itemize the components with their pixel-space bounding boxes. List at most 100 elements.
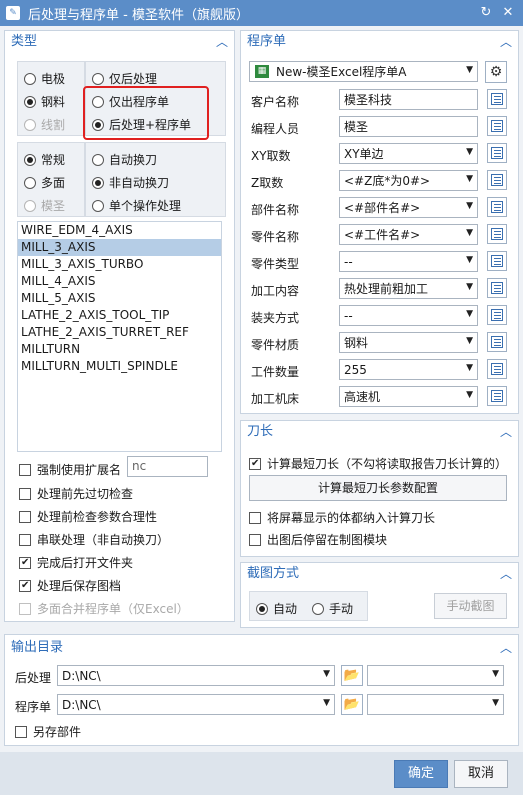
field-input[interactable]: 模圣科技	[339, 89, 478, 110]
field-select[interactable]: <#部件名#> ▼	[339, 197, 478, 218]
force-extension-checkbox[interactable]: 强制使用扩展名	[19, 461, 121, 478]
chevron-down-icon: ▼	[466, 147, 473, 157]
checkbox-icon	[249, 533, 261, 546]
chevron-down-icon: ▼	[466, 255, 473, 265]
list-item-selected[interactable]: MILL_3_AXIS	[18, 239, 221, 256]
list-item[interactable]: MILL_4_AXIS	[18, 273, 221, 290]
checkbox-icon	[249, 511, 261, 524]
radio-auto-tool-change[interactable]: 自动换刀	[92, 151, 157, 168]
field-list-button[interactable]	[487, 170, 507, 190]
field-list-button[interactable]	[487, 143, 507, 163]
radio-post-only[interactable]: 仅后处理	[92, 70, 157, 87]
field-list-button[interactable]	[487, 224, 507, 244]
field-list-button[interactable]	[487, 305, 507, 325]
tool-length-config-button[interactable]: 计算最短刀长参数配置	[249, 475, 507, 501]
field-input[interactable]: 模圣	[339, 116, 478, 137]
save-part-checkbox[interactable]: 另存部件	[15, 723, 81, 740]
program-sheet-panel: 程序单 ︿ ▦ New-模圣Excel程序单A ▼ ⚙ 客户名称 模圣科技 编程人员…	[240, 30, 519, 414]
output-dir-header[interactable]: 输出目录 ︿	[5, 635, 518, 661]
radio-icon	[24, 118, 36, 131]
collapse-chevron-icon[interactable]: ︿	[500, 31, 512, 53]
settings-button[interactable]: ⚙	[485, 61, 507, 83]
program-sheet-title: 程序单	[247, 34, 287, 49]
program-sheet-header[interactable]: 程序单 ︿	[241, 31, 518, 53]
collapse-chevron-icon[interactable]: ︿	[500, 421, 512, 443]
post-dir-extra-select[interactable]: ▼	[367, 665, 504, 686]
list-item[interactable]: MILL_5_AXIS	[18, 290, 221, 307]
post-dir-select[interactable]: D:\NC\ ▼	[57, 665, 335, 686]
field-select[interactable]: -- ▼	[339, 251, 478, 272]
capture-panel: 截图方式 ︿ 自动 手动 手动截图	[240, 562, 519, 628]
chevron-down-icon: ▼	[466, 65, 473, 75]
field-list-button[interactable]	[487, 116, 507, 136]
list-item[interactable]: MILL_3_AXIS_TURBO	[18, 256, 221, 273]
list-item[interactable]: WIRE_EDM_4_AXIS	[18, 222, 221, 239]
collapse-chevron-icon[interactable]: ︿	[500, 635, 512, 661]
tool-length-header[interactable]: 刀长 ︿	[241, 421, 518, 443]
sheet-dir-extra-select[interactable]: ▼	[367, 694, 504, 715]
chevron-down-icon: ▼	[466, 282, 473, 292]
radio-capture-auto[interactable]: 自动	[256, 600, 297, 617]
capture-header[interactable]: 截图方式 ︿	[241, 563, 518, 585]
radio-icon	[24, 199, 36, 212]
browse-sheet-folder-button[interactable]: 📂	[341, 694, 363, 715]
list-item[interactable]: MILLTURN	[18, 341, 221, 358]
radio-icon	[24, 72, 36, 85]
field-select[interactable]: <#工件名#> ▼	[339, 224, 478, 245]
field-value: 钢料	[344, 336, 369, 350]
option-serial-process[interactable]: 串联处理（非自动换刀）	[19, 531, 169, 548]
browse-post-folder-button[interactable]: 📂	[341, 665, 363, 686]
sheet-dir-select[interactable]: D:\NC\ ▼	[57, 694, 335, 715]
type-panel-header[interactable]: 类型 ︿	[5, 31, 234, 53]
field-select[interactable]: XY单边 ▼	[339, 143, 478, 164]
radio-normal[interactable]: 常规	[24, 151, 65, 168]
field-list-button[interactable]	[487, 386, 507, 406]
template-select[interactable]: ▦ New-模圣Excel程序单A ▼	[249, 61, 478, 82]
radio-multi-face[interactable]: 多面	[24, 174, 65, 191]
radio-non-auto-tool-change[interactable]: 非自动换刀	[92, 174, 169, 191]
ok-button[interactable]: 确定	[394, 760, 448, 788]
list-item[interactable]: LATHE_2_AXIS_TOOL_TIP	[18, 307, 221, 324]
checkbox-icon	[19, 533, 31, 546]
close-icon[interactable]: ✕	[499, 4, 517, 22]
tool-length-panel: 刀长 ︿ 计算最短刀长（不勾将读取报告刀长计算的） 计算最短刀长参数配置 将屏幕…	[240, 420, 519, 557]
cancel-button[interactable]: 取消	[454, 760, 508, 788]
option-save-file[interactable]: 处理后保存图档	[19, 577, 121, 594]
postprocessor-list[interactable]: WIRE_EDM_4_AXIS MILL_3_AXIS MILL_3_AXIS_…	[17, 221, 222, 452]
field-list-button[interactable]	[487, 251, 507, 271]
option-open-folder[interactable]: 完成后打开文件夹	[19, 554, 133, 571]
field-list-button[interactable]	[487, 278, 507, 298]
field-list-button[interactable]	[487, 197, 507, 217]
chevron-down-icon: ▼	[323, 669, 330, 679]
field-list-button[interactable]	[487, 359, 507, 379]
field-select[interactable]: 255 ▼	[339, 359, 478, 380]
include-screen-bodies-checkbox[interactable]: 将屏幕显示的体都纳入计算刀长	[249, 509, 435, 526]
field-list-button[interactable]	[487, 332, 507, 352]
radio-steel[interactable]: 钢料	[24, 93, 65, 110]
list-icon	[491, 174, 503, 186]
list-icon	[491, 147, 503, 159]
list-item[interactable]: MILLTURN_MULTI_SPINDLE	[18, 358, 221, 375]
collapse-chevron-icon[interactable]: ︿	[500, 563, 512, 585]
radio-capture-manual[interactable]: 手动	[312, 600, 353, 617]
field-select[interactable]: <#Z底*为0#> ▼	[339, 170, 478, 191]
stay-in-drawing-checkbox[interactable]: 出图后停留在制图模块	[249, 531, 387, 548]
radio-icon	[92, 176, 104, 189]
list-item[interactable]: LATHE_2_AXIS_TURRET_REF	[18, 324, 221, 341]
field-select[interactable]: 钢料 ▼	[339, 332, 478, 353]
field-label: XY取数	[251, 149, 291, 163]
option-overcut-check[interactable]: 处理前先过切检查	[19, 485, 133, 502]
field-value: --	[344, 308, 353, 323]
radio-icon	[256, 602, 268, 615]
reset-icon[interactable]: ↻	[477, 4, 495, 22]
option-param-check[interactable]: 处理前检查参数合理性	[19, 508, 157, 525]
extension-input[interactable]: nc	[127, 456, 208, 477]
field-select[interactable]: 高速机 ▼	[339, 386, 478, 407]
field-select[interactable]: 热处理前粗加工 ▼	[339, 278, 478, 299]
radio-electrode[interactable]: 电极	[24, 70, 65, 87]
field-select[interactable]: -- ▼	[339, 305, 478, 326]
collapse-chevron-icon[interactable]: ︿	[216, 31, 228, 53]
radio-single-operation[interactable]: 单个操作处理	[92, 197, 181, 214]
calc-shortest-checkbox[interactable]: 计算最短刀长（不勾将读取报告刀长计算的）	[249, 455, 507, 472]
field-list-button[interactable]	[487, 89, 507, 109]
